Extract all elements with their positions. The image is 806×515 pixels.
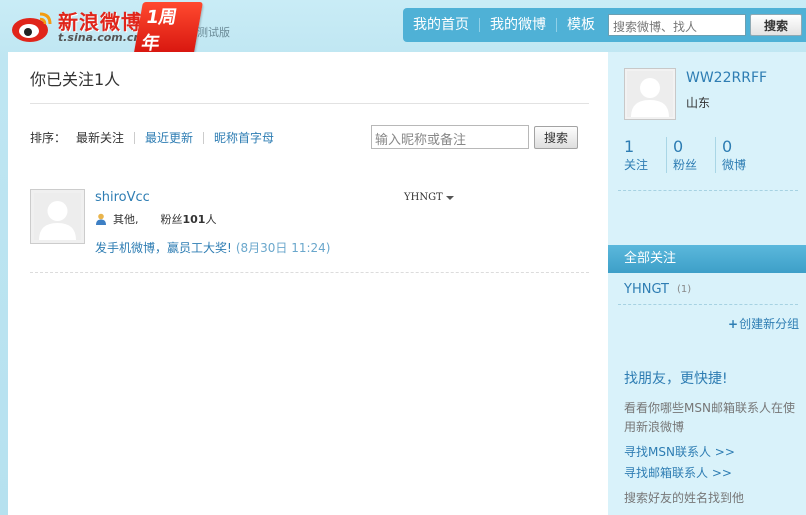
beta-tag: 测试版 bbox=[197, 26, 230, 39]
group-item[interactable]: YHNGT (1) bbox=[624, 282, 691, 297]
divider bbox=[30, 103, 589, 104]
follow-location: 其他, bbox=[113, 213, 139, 226]
find-email-contacts-link[interactable]: 寻找邮箱联系人 >> bbox=[624, 464, 732, 481]
find-friends-title: 找朋友，更快捷! bbox=[624, 371, 728, 387]
logo-domain: t.sina.com.cn bbox=[58, 31, 142, 44]
create-group-button[interactable]: + 创建新分组 bbox=[728, 315, 799, 332]
nav-my-weibo[interactable]: 我的微博 bbox=[480, 18, 557, 32]
find-friends-description: 看看你哪些MSN邮箱联系人在使用新浪微博 bbox=[624, 401, 795, 434]
stat-following[interactable]: 1 关注 bbox=[618, 137, 667, 173]
stat-fans-count: 0 bbox=[673, 137, 684, 156]
stat-fans[interactable]: 0 粉丝 bbox=[667, 137, 716, 173]
group-dropdown-label: YHNGT bbox=[404, 192, 443, 203]
stat-following-label: 关注 bbox=[624, 158, 649, 172]
stat-following-count: 1 bbox=[624, 137, 635, 156]
group-count: (1) bbox=[677, 284, 692, 295]
sort-nickname-initial[interactable]: 昵称首字母 bbox=[204, 132, 284, 144]
nickname-search-button[interactable]: 搜索 bbox=[534, 126, 578, 149]
plus-icon: + bbox=[728, 316, 739, 331]
top-header: 新浪微博 t.sina.com.cn 1周年 测试版 我的首页 我的微博 模板 … bbox=[0, 0, 806, 58]
fans-count: 101 bbox=[182, 212, 206, 226]
right-sidebar: WW22RRFF 山东 1 关注 0 粉丝 0 微博 全部关注 YHNGT (1… bbox=[608, 52, 806, 515]
top-nav-bar: 我的首页 我的微博 模板 搜索微博、找人 搜索 bbox=[403, 8, 806, 42]
default-avatar-icon bbox=[627, 71, 673, 117]
fans-unit: 人 bbox=[205, 213, 217, 226]
latest-post: 发手机微博，赢员工大奖! (8月30日 11:24) bbox=[95, 239, 330, 256]
stat-fans-label: 粉丝 bbox=[673, 158, 698, 172]
profile-stats: 1 关注 0 粉丝 0 微博 bbox=[618, 137, 765, 173]
top-search-input[interactable]: 搜索微博、找人 bbox=[608, 14, 746, 36]
divider bbox=[618, 304, 798, 305]
sort-latest-follow[interactable]: 最新关注 bbox=[66, 131, 136, 144]
main-panel: 你已关注1人 排序： 最新关注 最近更新 昵称首字母 输入昵称或备注 搜索 sh… bbox=[8, 52, 608, 515]
profile-username[interactable]: WW22RRFF bbox=[686, 70, 767, 86]
nickname-search-input[interactable]: 输入昵称或备注 bbox=[371, 125, 529, 149]
sort-label: 排序： bbox=[30, 131, 67, 145]
nav-templates[interactable]: 模板 bbox=[557, 18, 605, 32]
fans-label: 粉丝 bbox=[160, 213, 183, 226]
latest-post-link[interactable]: 发手机微博，赢员工大奖! bbox=[95, 241, 232, 255]
anniversary-banner: 1周年 bbox=[133, 2, 203, 58]
follow-list-item: shiroVcc 其他, 粉丝 101 人 发手机微博，赢员工大奖! (8月30日… bbox=[30, 189, 589, 273]
male-user-icon bbox=[96, 213, 106, 225]
create-group-label: 创建新分组 bbox=[739, 317, 800, 331]
stat-weibo[interactable]: 0 微博 bbox=[716, 137, 765, 173]
stat-weibo-count: 0 bbox=[722, 137, 733, 156]
sort-latest-update[interactable]: 最近更新 bbox=[135, 131, 205, 144]
weibo-eye-icon bbox=[12, 12, 52, 42]
caret-down-icon bbox=[445, 195, 454, 200]
default-avatar-icon bbox=[34, 193, 81, 240]
profile-avatar[interactable] bbox=[624, 68, 676, 120]
profile-location: 山东 bbox=[686, 96, 711, 110]
follow-meta: 其他, 粉丝 101 人 bbox=[95, 211, 216, 227]
page-title: 你已关注1人 bbox=[30, 70, 121, 89]
all-follows-header[interactable]: 全部关注 bbox=[608, 245, 806, 273]
nav-home[interactable]: 我的首页 bbox=[403, 18, 480, 32]
find-msn-contacts-link[interactable]: 寻找MSN联系人 >> bbox=[624, 443, 735, 460]
sina-weibo-logo[interactable]: 新浪微博 t.sina.com.cn 1周年 bbox=[8, 2, 203, 58]
top-search-button[interactable]: 搜索 bbox=[750, 14, 802, 36]
divider bbox=[618, 190, 798, 191]
search-friend-text: 搜索好友的姓名找到他 bbox=[624, 491, 745, 505]
group-dropdown[interactable]: YHNGT bbox=[404, 192, 454, 203]
avatar[interactable] bbox=[30, 189, 85, 244]
group-name: YHNGT bbox=[624, 282, 669, 297]
sort-bar: 排序： 最新关注 最近更新 昵称首字母 bbox=[30, 129, 284, 146]
post-time[interactable]: (8月30日 11:24) bbox=[236, 241, 331, 255]
follow-name[interactable]: shiroVcc bbox=[95, 190, 150, 205]
stat-weibo-label: 微博 bbox=[722, 158, 747, 172]
